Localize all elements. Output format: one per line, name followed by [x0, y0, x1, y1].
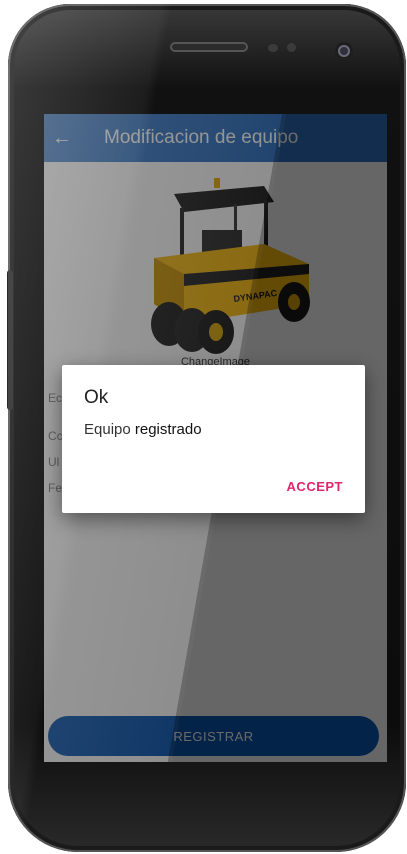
- front-camera-icon: [338, 45, 350, 57]
- accept-button[interactable]: ACCEPT: [287, 479, 343, 494]
- proximity-sensor: [268, 44, 278, 52]
- dialog-message-part2: registrado: [134, 421, 202, 438]
- earpiece-speaker: [170, 42, 248, 52]
- side-volume-button: [7, 270, 13, 410]
- light-sensor: [287, 43, 296, 52]
- alert-dialog: Ok Equipo registrado ACCEPT: [62, 365, 365, 513]
- dialog-message: Equipo registrado: [84, 421, 202, 438]
- dialog-message-part1: Equipo: [84, 421, 135, 438]
- dialog-title: Ok: [84, 387, 109, 408]
